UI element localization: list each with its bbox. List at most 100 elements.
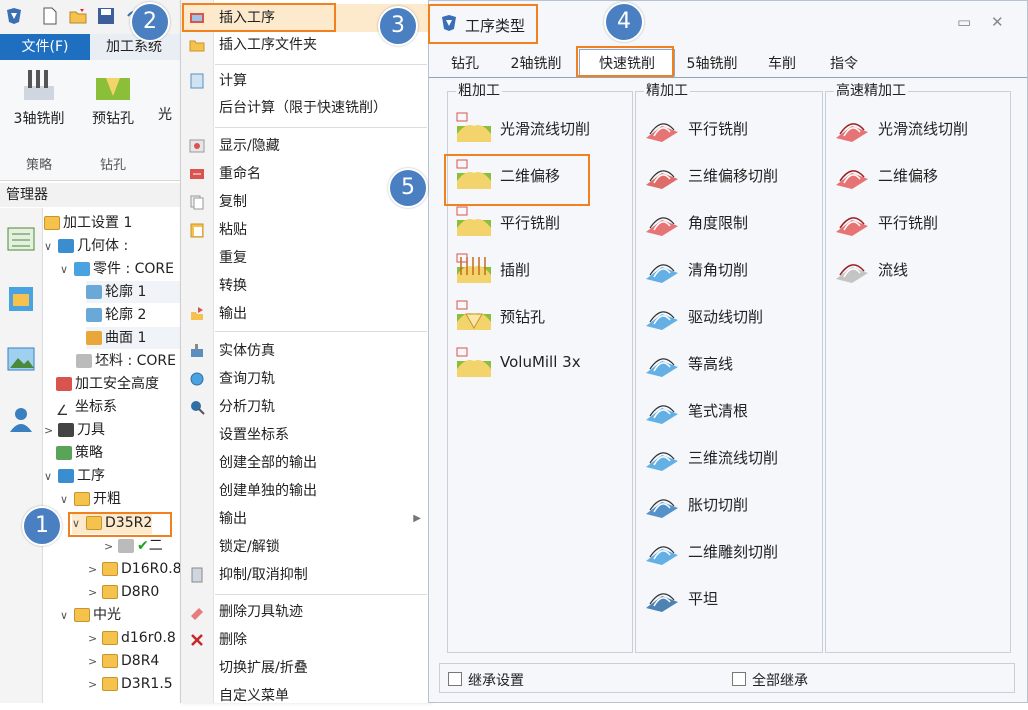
operation-flowline-hs[interactable]: 流线 — [834, 249, 1014, 289]
menu-item-label: 重命名 — [219, 166, 261, 182]
operation-contour-finish[interactable]: 等高线 — [644, 343, 824, 383]
menu-item-suppress-unsuppress[interactable]: 抑制/取消抑制 — [181, 561, 431, 589]
tree-node-strategy[interactable]: 策略 — [56, 442, 103, 464]
tree-node-machining-setup[interactable]: 加工设置 1 — [44, 212, 132, 234]
sim-icon — [191, 344, 203, 357]
tab-drilling[interactable]: 钻孔 — [443, 53, 487, 77]
menu-item-output-submenu[interactable]: 输出 ▶ — [181, 505, 431, 533]
3-axis-milling-icon — [24, 70, 54, 100]
menu-item-output[interactable]: 输出 — [181, 300, 431, 328]
smooth-button-partial[interactable]: 光 — [150, 68, 180, 124]
highlight-box-dialog-title — [428, 4, 538, 44]
operation-corner-clean-finish[interactable]: 清角切削 — [644, 249, 824, 289]
operation-plunge-rough[interactable]: 插削 — [456, 249, 636, 289]
menu-item-convert[interactable]: 转换 — [181, 272, 431, 300]
user-view-icon[interactable] — [4, 402, 38, 436]
ribbon-group-drilling: 钻孔 — [100, 158, 127, 173]
menu-item-customize-menu[interactable]: 自定义菜单 — [181, 682, 431, 710]
menu-item-label: 复制 — [219, 194, 247, 210]
image-view-icon[interactable] — [4, 342, 38, 376]
tree-node-operations[interactable]: ∨ 工序 — [44, 465, 105, 487]
menu-item-repeat[interactable]: 重复 — [181, 244, 431, 272]
menu-item-background-calculate[interactable]: 后台计算（限于快速铣削） — [181, 94, 431, 122]
pre-drill-button[interactable]: 预钻孔 — [78, 68, 148, 128]
app-logo-icon[interactable] — [4, 6, 24, 26]
operation-2d-offset-hs[interactable]: 二维偏移 — [834, 155, 1014, 195]
menu-item-create-single-output[interactable]: 创建单独的输出 — [181, 477, 431, 505]
menu-item-toggle-expand-collapse[interactable]: 切换扩展/折叠 — [181, 654, 431, 682]
tree-node-geometry[interactable]: ∨ 几何体 : — [44, 235, 128, 257]
menu-item-label: 切换扩展/折叠 — [219, 660, 308, 676]
tree-node-semi-finish-folder[interactable]: ∨ 中光 — [60, 604, 121, 626]
menu-item-analyze-toolpath[interactable]: 分析刀轨 — [181, 393, 431, 421]
menu-item-calculate[interactable]: 计算 — [181, 67, 431, 95]
menu-separator — [215, 331, 427, 332]
operation-driveline-finish[interactable]: 驱动线切削 — [644, 296, 824, 336]
callout-3: 3 — [378, 6, 418, 46]
operation-type-dialog: 工序类型 ▭ ✕ 钻孔 2轴铣削 快速铣削 5轴铣削 车削 指令 粗加工 光滑流线切削 二维偏… — [428, 0, 1028, 703]
minimize-icon[interactable]: ▭ — [957, 13, 971, 31]
menu-item-query-toolpath[interactable]: 查询刀轨 — [181, 365, 431, 393]
tree-node-roughing-folder[interactable]: ∨ 开粗 — [60, 488, 121, 510]
tab-file[interactable]: 文件(F) — [0, 34, 90, 60]
tree-node-stock[interactable]: 坯料 : CORE — [76, 350, 176, 372]
menu-item-show-hide[interactable]: 显示/隐藏 — [181, 132, 431, 160]
tree-node-surface-1[interactable]: 曲面 1 — [86, 327, 184, 349]
menu-item-lock-unlock[interactable]: 锁定/解锁 — [181, 533, 431, 561]
submenu-arrow-icon: ▶ — [413, 513, 421, 524]
operation-3d-flowline-finish[interactable]: 三维流线切削 — [644, 437, 824, 477]
machining-tree-icon[interactable] — [4, 222, 38, 256]
tree-node-d16r08[interactable]: > D16R0.8 — [88, 558, 182, 580]
menu-item-label: 输出 — [219, 511, 247, 527]
tab-2-axis-milling[interactable]: 2轴铣削 — [501, 53, 571, 77]
menu-item-delete-toolpath[interactable]: 删除刀具轨迹 — [181, 598, 431, 626]
tree-node-coordinate-system[interactable]: ∠ 坐标系 — [56, 396, 117, 419]
menu-separator — [215, 594, 427, 595]
menu-item-label: 分析刀轨 — [219, 399, 275, 415]
operation-parallel-rough[interactable]: 平行铣削 — [456, 202, 636, 242]
callout-4: 4 — [604, 2, 644, 42]
menu-item-create-all-output[interactable]: 创建全部的输出 — [181, 449, 431, 477]
tab-turning[interactable]: 车削 — [759, 53, 805, 77]
operation-volumill-3x[interactable]: VoluMill 3x — [456, 343, 636, 383]
group-title: 高速精加工 — [834, 83, 908, 99]
operation-parallel-finish[interactable]: 平行铣削 — [644, 108, 824, 148]
ribbon-button-label: 3轴铣削 — [13, 111, 65, 127]
operation-swell-cut-finish[interactable]: 胀切切削 — [644, 484, 824, 524]
inherit-all-checkbox[interactable] — [732, 672, 746, 686]
operation-pencil-finish[interactable]: 笔式清根 — [644, 390, 824, 430]
tree-node-contour-2[interactable]: 轮廓 2 — [86, 304, 146, 326]
menu-item-delete[interactable]: 删除 — [181, 626, 431, 654]
tree-node-tools[interactable]: > 刀具 — [44, 419, 105, 441]
operation-3d-offset-finish[interactable]: 三维偏移切削 — [644, 155, 824, 195]
inherit-settings-checkbox[interactable] — [448, 672, 462, 686]
close-icon[interactable]: ✕ — [991, 13, 1004, 31]
menu-item-label: 实体仿真 — [219, 343, 275, 359]
tree-node-contour-1[interactable]: 轮廓 1 — [86, 281, 184, 303]
menu-item-label: 锁定/解锁 — [219, 539, 280, 555]
tab-5-axis-milling[interactable]: 5轴铣削 — [677, 53, 747, 77]
save-icon[interactable] — [96, 6, 116, 26]
tree-node-safety-height[interactable]: 加工安全高度 — [56, 373, 159, 395]
operation-angle-limit-finish[interactable]: 角度限制 — [644, 202, 824, 242]
operation-parallel-hs[interactable]: 平行铣削 — [834, 202, 1014, 242]
geometry-view-icon[interactable] — [4, 282, 38, 316]
operation-2d-engrave-finish[interactable]: 二维雕刻切削 — [644, 531, 824, 571]
operation-smooth-flowline-rough[interactable]: 光滑流线切削 — [456, 108, 636, 148]
menu-item-solid-simulation[interactable]: 实体仿真 — [181, 337, 431, 365]
tree-node-d8r0[interactable]: > D8R0 — [88, 581, 159, 603]
operation-flat-finish[interactable]: 平坦 — [644, 578, 824, 618]
menu-item-paste[interactable]: 粘贴 — [181, 216, 431, 244]
open-folder-icon[interactable] — [68, 6, 88, 26]
tree-node-d3r15[interactable]: > D3R1.5 — [88, 673, 173, 695]
tree-node-2d-offset-op[interactable]: > ✔二 — [104, 535, 163, 557]
operation-predrill-rough[interactable]: 预钻孔 — [456, 296, 636, 336]
tab-commands[interactable]: 指令 — [819, 53, 869, 77]
operation-smooth-flowline-hs[interactable]: 光滑流线切削 — [834, 108, 1014, 148]
tree-node-d16r08-lower[interactable]: > d16r0.8 — [88, 627, 176, 649]
tree-node-part[interactable]: ∨ 零件 : CORE — [60, 258, 174, 280]
tree-node-d8r4[interactable]: > D8R4 — [88, 650, 159, 672]
new-file-icon[interactable] — [40, 6, 60, 26]
3-axis-milling-button[interactable]: 3轴铣削 — [4, 68, 74, 128]
menu-item-set-coordinate-system[interactable]: 设置坐标系 — [181, 421, 431, 449]
